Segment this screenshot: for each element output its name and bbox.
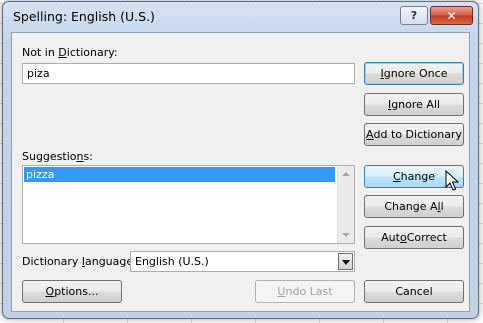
help-icon: ? (410, 9, 418, 22)
help-button[interactable]: ? (400, 6, 428, 25)
suggestions-label: Suggestions: (22, 150, 93, 163)
options-button[interactable]: Options... (22, 280, 122, 303)
dictionary-language-label: Dictionary language: (22, 255, 137, 268)
dictionary-language-select[interactable]: English (U.S.) (130, 251, 355, 272)
dialog-body: Not in Dictionary: piza Ignore Once Igno… (11, 32, 470, 312)
mouse-pointer-icon (445, 170, 459, 191)
misspelled-word: piza (27, 67, 50, 80)
dialog-title: Spelling: English (U.S.) (13, 9, 155, 24)
chevron-down-icon (342, 260, 350, 265)
dropdown-button[interactable] (338, 253, 353, 270)
ignore-once-button[interactable]: Ignore Once (364, 62, 464, 85)
title-bar: Spelling: English (U.S.) ? ✕ (3, 2, 478, 32)
not-in-dictionary-field[interactable]: piza (22, 63, 355, 84)
ignore-all-button[interactable]: Ignore All (364, 93, 464, 116)
dictionary-language-value: English (U.S.) (135, 255, 209, 268)
cancel-button[interactable]: Cancel (364, 280, 464, 303)
close-icon: ✕ (446, 8, 457, 23)
change-all-button[interactable]: Change All (364, 195, 464, 218)
undo-last-button: Undo Last (255, 280, 355, 303)
scroll-up-icon[interactable] (342, 172, 350, 176)
suggestions-list[interactable]: pizza (22, 165, 355, 244)
add-to-dictionary-button[interactable]: Add to Dictionary (364, 123, 464, 146)
suggestions-scrollbar[interactable] (337, 166, 354, 243)
not-in-dictionary-label: Not in Dictionary: (22, 46, 118, 59)
scroll-down-icon[interactable] (342, 233, 350, 237)
suggestion-item[interactable]: pizza (24, 167, 335, 182)
close-button[interactable]: ✕ (430, 6, 473, 25)
spelling-dialog: Spelling: English (U.S.) ? ✕ Not in Dict… (2, 1, 479, 319)
autocorrect-button[interactable]: Aut o Correct (364, 226, 464, 249)
